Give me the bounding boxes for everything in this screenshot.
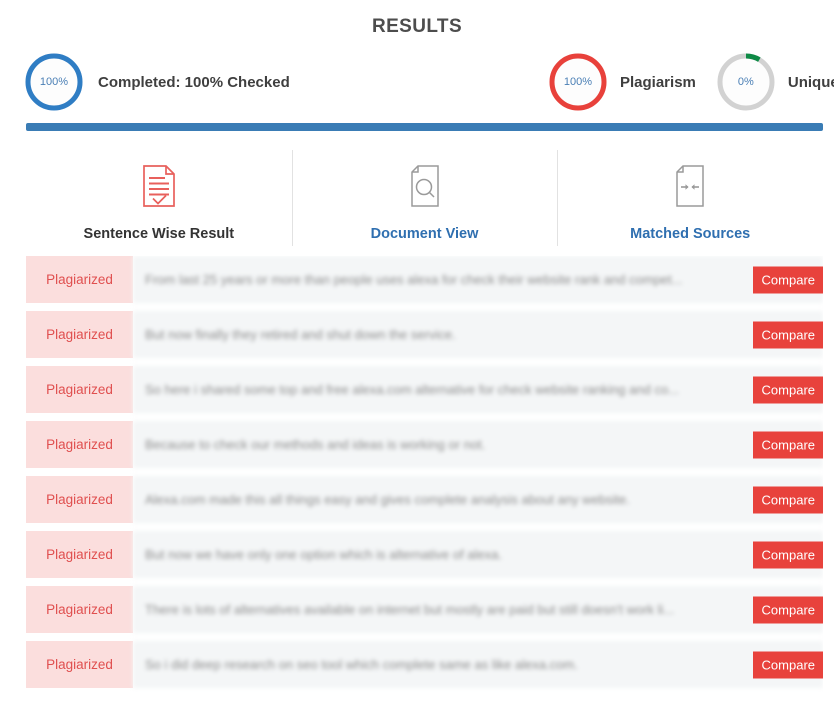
compare-button[interactable]: Compare: [752, 596, 823, 623]
tab-label-document-view: Document View: [370, 226, 479, 242]
document-arrows-icon: [670, 162, 710, 210]
compare-button[interactable]: Compare: [752, 651, 823, 678]
compare-button-label: Compare: [752, 266, 823, 293]
table-row: Plagiarized From last 25 years or more t…: [26, 256, 823, 303]
plagiarism-percent-value: 100%: [563, 76, 593, 88]
sentence-text: There is lots of alternatives available …: [133, 586, 823, 633]
status-badge: Plagiarized: [26, 476, 133, 523]
status-badge: Plagiarized: [26, 311, 133, 358]
compare-button[interactable]: Compare: [752, 376, 823, 403]
status-badge: Plagiarized: [26, 531, 133, 578]
sentence-results-list: Plagiarized From last 25 years or more t…: [26, 256, 823, 714]
compare-button-label: Compare: [752, 651, 823, 678]
tab-matched-sources[interactable]: Matched Sources: [557, 148, 823, 252]
compare-button-label: Compare: [752, 596, 823, 623]
status-badge: Plagiarized: [26, 421, 133, 468]
table-row: Plagiarized So i did deep research on se…: [26, 641, 823, 688]
table-row: Plagiarized But now we have only one opt…: [26, 531, 823, 578]
sentence-text: So i did deep research on seo tool which…: [133, 641, 823, 688]
sentence-text: Alexa.com made this all things easy and …: [133, 476, 823, 523]
plagiarism-label: Plagiarism: [620, 73, 696, 91]
status-badge: Plagiarized: [26, 256, 133, 303]
compare-button-label: Compare: [752, 431, 823, 458]
sentence-text: So here i shared some top and free alexa…: [133, 366, 823, 413]
completed-percent-value: 100%: [39, 76, 69, 88]
section-divider-bar: [26, 123, 823, 131]
completed-progress-ring: 100%: [22, 50, 86, 114]
tab-sentence-wise-result[interactable]: Sentence Wise Result: [26, 148, 292, 252]
compare-button-label: Compare: [752, 486, 823, 513]
table-row: Plagiarized Because to check our methods…: [26, 421, 823, 468]
compare-button[interactable]: Compare: [752, 266, 823, 293]
tab-document-view[interactable]: Document View: [291, 148, 558, 252]
completed-meter-group: 100% Completed: 100% Checked: [22, 46, 290, 118]
status-badge: Plagiarized: [26, 366, 133, 413]
unique-percent-value: 0%: [737, 76, 754, 88]
table-row: Plagiarized So here i shared some top an…: [26, 366, 823, 413]
unique-progress-ring: 0%: [714, 50, 778, 114]
sentence-text: But now we have only one option which is…: [133, 531, 823, 578]
plagiarism-progress-ring: 100%: [546, 50, 610, 114]
tab-label-sentence-wise-result: Sentence Wise Result: [83, 226, 235, 242]
compare-button[interactable]: Compare: [752, 431, 823, 458]
compare-button-label: Compare: [752, 321, 823, 348]
completed-label: Completed: 100% Checked: [98, 73, 290, 91]
page-title: RESULTS: [371, 16, 463, 37]
status-badge: Plagiarized: [26, 586, 133, 633]
compare-button[interactable]: Compare: [752, 486, 823, 513]
results-page: RESULTS 100% Completed: 100% Checked 100…: [0, 0, 834, 714]
status-badge: Plagiarized: [26, 641, 133, 688]
unique-label: Unique: [787, 73, 834, 91]
sentence-text: But now finally they retired and shut do…: [133, 311, 823, 358]
compare-button[interactable]: Compare: [752, 541, 823, 568]
sentence-text: Because to check our methods and ideas i…: [133, 421, 823, 468]
compare-button-label: Compare: [752, 541, 823, 568]
results-tabs: Sentence Wise Result Document View Match…: [26, 148, 823, 252]
sentence-text: From last 25 years or more than people u…: [133, 256, 823, 303]
compare-button[interactable]: Compare: [752, 321, 823, 348]
plagiarism-unique-meter-group: 100% Plagiarism 0% Unique: [546, 46, 834, 118]
document-search-icon: [405, 162, 445, 210]
table-row: Plagiarized But now finally they retired…: [26, 311, 823, 358]
document-check-icon: [139, 162, 179, 210]
table-row: Plagiarized Alexa.com made this all thin…: [26, 476, 823, 523]
tab-label-matched-sources: Matched Sources: [630, 226, 751, 242]
compare-button-label: Compare: [752, 376, 823, 403]
summary-strip: 100% Completed: 100% Checked 100% Plagia…: [0, 46, 834, 118]
table-row: Plagiarized There is lots of alternative…: [26, 586, 823, 633]
